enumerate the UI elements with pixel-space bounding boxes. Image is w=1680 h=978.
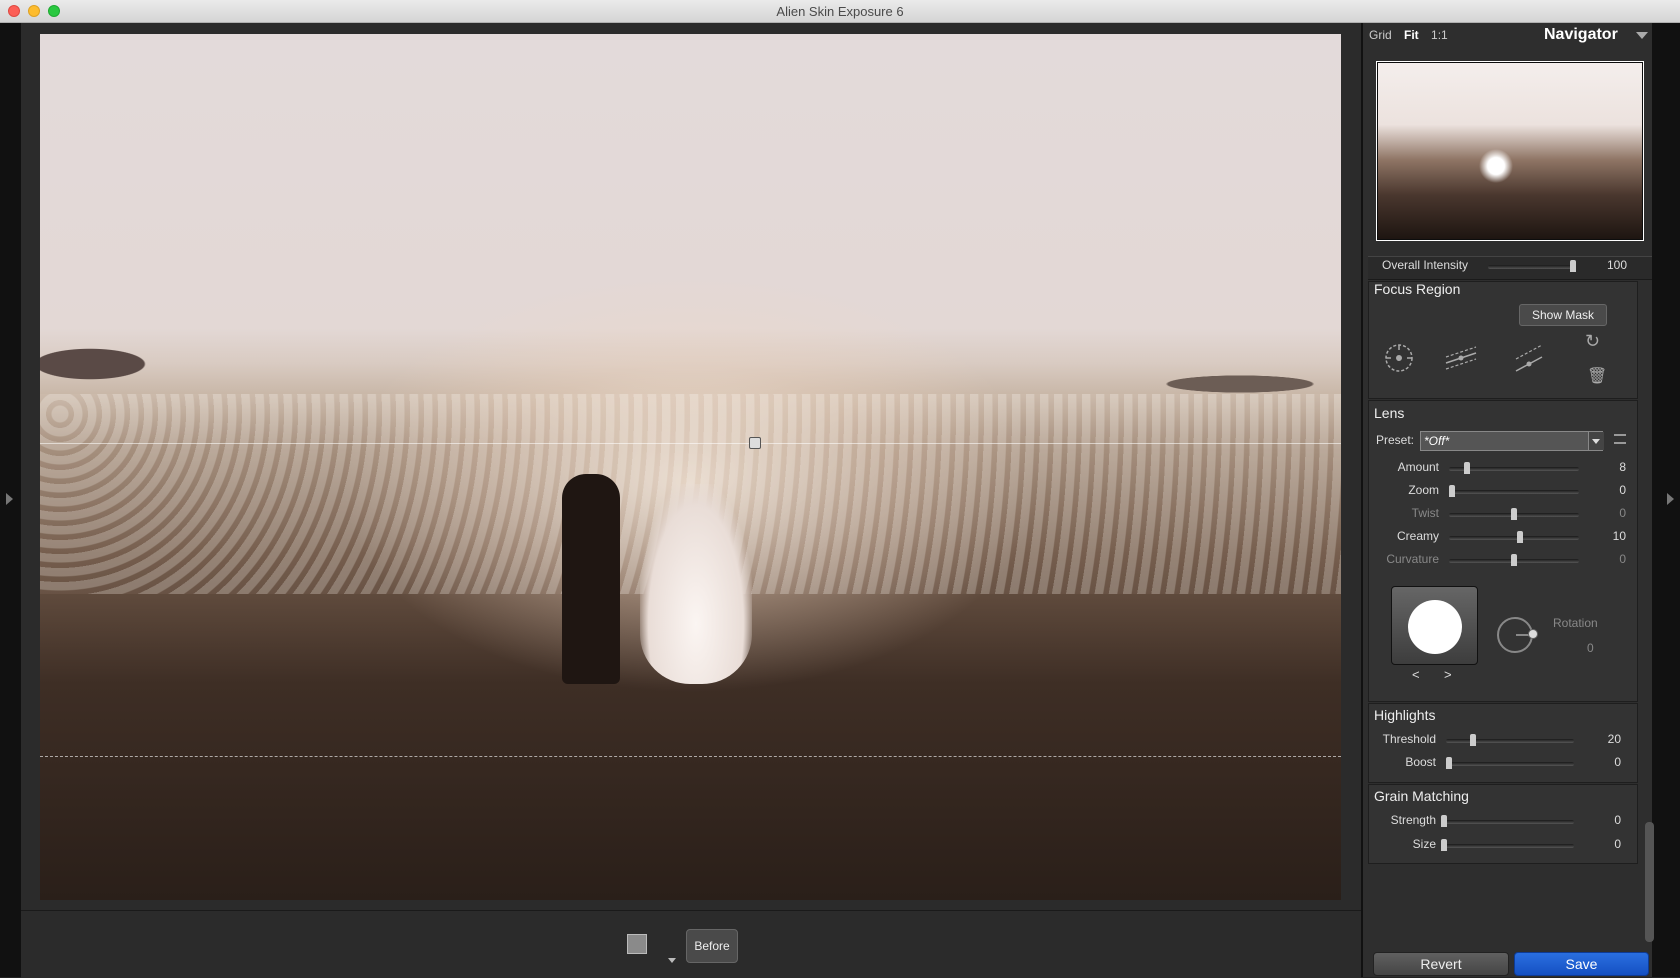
focus-center-handle[interactable]: [749, 437, 761, 449]
tab-fit[interactable]: Fit: [1404, 28, 1419, 42]
creamy-value: 10: [1612, 529, 1626, 543]
radial-focus-icon[interactable]: [1382, 341, 1416, 375]
lens-title: Lens: [1374, 405, 1405, 421]
grain-matching-title: Grain Matching: [1374, 788, 1469, 804]
creamy-label: Creamy: [1396, 529, 1439, 543]
tilt-focus-icon[interactable]: [1512, 341, 1546, 375]
strength-label: Strength: [1390, 813, 1436, 827]
threshold-slider[interactable]: [1446, 734, 1574, 746]
before-button[interactable]: Before: [686, 929, 738, 963]
zoom-value: 0: [1619, 483, 1626, 497]
focus-region-title: Focus Region: [1374, 281, 1461, 297]
creamy-slider[interactable]: [1449, 531, 1579, 543]
twist-value: 0: [1619, 506, 1626, 520]
focus-center-line[interactable]: [40, 443, 1341, 444]
rotation-value: 0: [1587, 641, 1594, 655]
reset-icon[interactable]: ↻: [1585, 331, 1600, 352]
twist-slider: [1449, 508, 1579, 520]
size-slider-thumb[interactable]: [1441, 839, 1447, 851]
curvature-slider-thumb: [1511, 554, 1517, 566]
amount-label: Amount: [1397, 460, 1439, 474]
boost-label: Boost: [1405, 755, 1436, 769]
planar-focus-icon[interactable]: [1444, 341, 1478, 375]
photo-bride: [640, 484, 752, 684]
creamy-slider-thumb[interactable]: [1517, 531, 1524, 543]
photo-groom: [562, 474, 620, 684]
show-mask-button[interactable]: Show Mask: [1519, 304, 1607, 326]
curvature-slider: [1449, 554, 1579, 566]
lens-preset-dropdown-icon[interactable]: [1588, 432, 1604, 450]
amount-slider[interactable]: [1449, 462, 1579, 474]
threshold-value: 20: [1607, 732, 1621, 746]
size-label: Size: [1412, 837, 1436, 851]
sidebar-scrollbar[interactable]: [1645, 822, 1654, 942]
photo-preview[interactable]: [40, 34, 1341, 900]
navigator-title: Navigator: [1544, 26, 1618, 43]
compare-view-icon[interactable]: [627, 934, 647, 954]
lens-preset-label: Preset:: [1376, 433, 1415, 447]
trash-icon[interactable]: 🗑: [1587, 366, 1607, 386]
right-panel-toggle-strip[interactable]: [1652, 23, 1680, 977]
boost-slider[interactable]: [1446, 757, 1574, 769]
navigator-collapse-icon[interactable]: [1636, 32, 1648, 39]
boost-value: 0: [1614, 755, 1621, 769]
focus-falloff-line[interactable]: [40, 756, 1341, 757]
threshold-label: Threshold: [1382, 732, 1436, 746]
overall-intensity-value: 100: [1606, 258, 1627, 272]
highlights-title: Highlights: [1374, 707, 1436, 723]
bokeh-prev-button[interactable]: <: [1412, 667, 1420, 682]
window-title: Alien Skin Exposure 6: [776, 4, 904, 19]
tab-grid[interactable]: Grid: [1369, 28, 1392, 42]
navigator-thumbnail-subject: [1476, 146, 1516, 186]
twist-slider-thumb: [1511, 508, 1517, 520]
compare-dropdown-caret-icon[interactable]: [668, 958, 676, 963]
rotation-label: Rotation: [1553, 616, 1598, 630]
strength-slider-thumb[interactable]: [1441, 815, 1447, 827]
zoom-slider[interactable]: [1449, 485, 1579, 497]
save-button[interactable]: Save: [1514, 952, 1649, 976]
overall-intensity-slider[interactable]: [1488, 260, 1576, 272]
navigator-tabs: Grid Fit 1:1: [1369, 28, 1457, 42]
overall-intensity-slider-thumb[interactable]: [1570, 260, 1576, 272]
size-value: 0: [1614, 837, 1621, 851]
expand-right-panel-icon[interactable]: [1667, 493, 1674, 505]
bokeh-next-button[interactable]: >: [1444, 667, 1452, 682]
curvature-value: 0: [1619, 552, 1626, 566]
threshold-slider-thumb[interactable]: [1470, 734, 1477, 746]
amount-value: 8: [1619, 460, 1626, 474]
bokeh-circle-shape: [1408, 600, 1462, 654]
zoom-label: Zoom: [1408, 483, 1439, 497]
rotation-dial-knob[interactable]: [1528, 629, 1538, 639]
title-bar: Alien Skin Exposure 6: [0, 0, 1680, 23]
revert-button[interactable]: Revert: [1373, 952, 1509, 976]
boost-slider-thumb[interactable]: [1446, 757, 1452, 769]
tab-1-1[interactable]: 1:1: [1431, 28, 1448, 42]
zoom-slider-thumb[interactable]: [1449, 485, 1455, 497]
size-slider[interactable]: [1441, 839, 1574, 851]
preset-menu-icon[interactable]: [1614, 434, 1626, 444]
expand-left-panel-icon[interactable]: [6, 493, 13, 505]
amount-slider-thumb[interactable]: [1463, 462, 1470, 474]
strength-slider[interactable]: [1441, 815, 1574, 827]
overall-intensity-label: Overall Intensity: [1382, 258, 1469, 272]
lens-preset-select[interactable]: *Off*: [1420, 431, 1603, 451]
twist-label: Twist: [1411, 506, 1439, 520]
curvature-label: Curvature: [1386, 552, 1439, 566]
strength-value: 0: [1614, 813, 1621, 827]
